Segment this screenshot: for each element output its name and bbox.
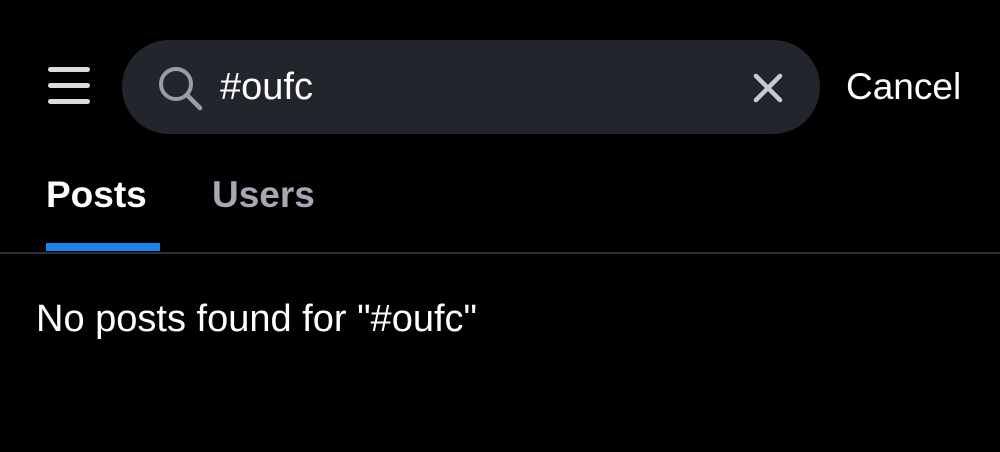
close-icon[interactable] [750, 70, 786, 106]
tab-posts[interactable]: Posts [46, 172, 147, 218]
search-input[interactable] [220, 54, 740, 120]
menu-button[interactable] [44, 62, 94, 112]
tab-users[interactable]: Users [212, 172, 315, 218]
empty-state-message: No posts found for "#oufc" [36, 298, 478, 340]
hamburger-menu-icon [48, 67, 90, 104]
tab-bar: Posts Users [0, 160, 1000, 254]
search-bar[interactable] [122, 40, 820, 134]
search-header: Cancel [0, 0, 1000, 150]
cancel-button[interactable]: Cancel [846, 64, 961, 110]
search-icon [159, 67, 203, 111]
divider [0, 252, 1000, 254]
active-tab-indicator [46, 243, 160, 251]
